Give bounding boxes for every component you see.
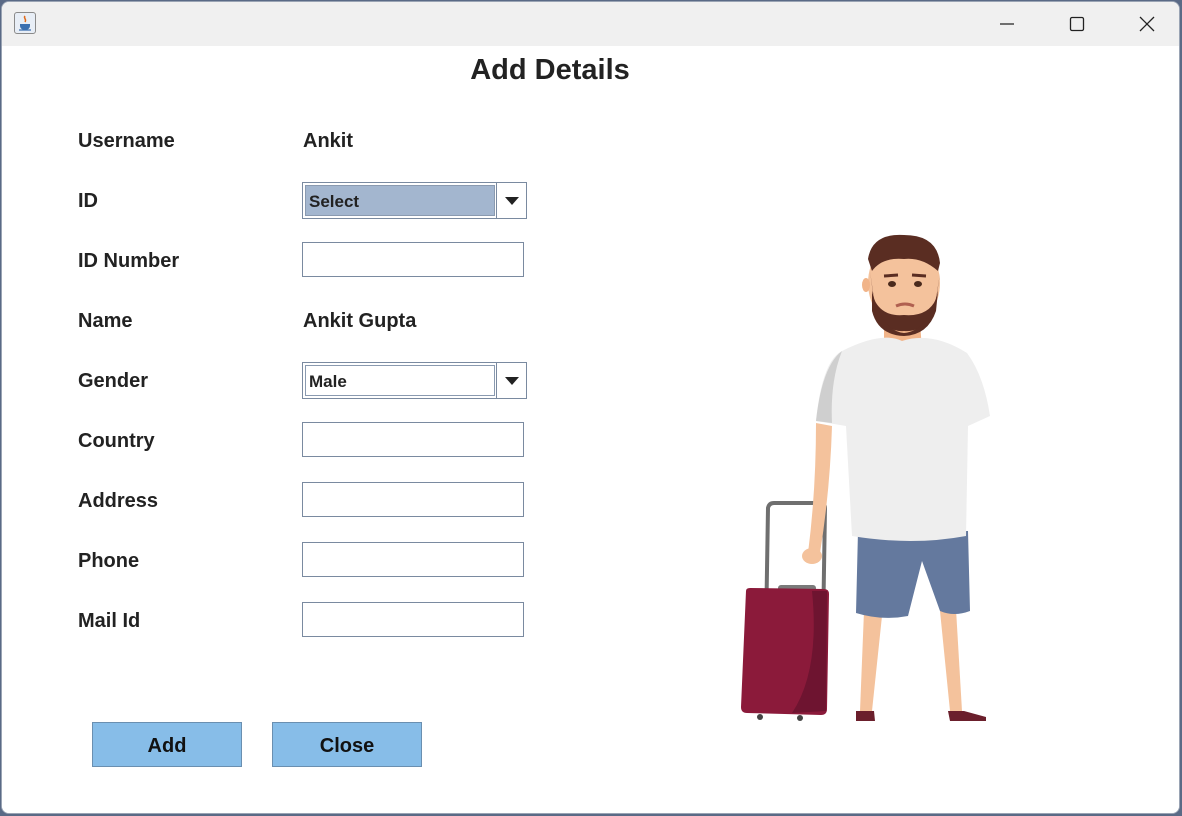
maximize-icon <box>1069 16 1085 32</box>
dropdown-arrow[interactable] <box>496 183 526 218</box>
form-panel: Add Details Username Ankit ID Select ID … <box>2 46 1179 813</box>
chevron-down-icon <box>504 376 519 385</box>
add-details-window: Add Details Username Ankit ID Select ID … <box>1 1 1180 814</box>
phone-label: Phone <box>78 550 140 572</box>
id-label: ID <box>78 190 98 212</box>
username-value: Ankit <box>303 130 353 152</box>
close-window-button[interactable] <box>1112 2 1179 46</box>
name-label: Name <box>78 310 133 332</box>
add-button[interactable]: Add <box>92 722 242 767</box>
maximize-button[interactable] <box>1042 2 1112 46</box>
gender-dropdown[interactable]: Male <box>302 362 527 399</box>
country-label: Country <box>78 430 155 452</box>
page-title: Add Details <box>470 54 630 86</box>
username-label: Username <box>78 130 175 152</box>
minimize-button[interactable] <box>972 2 1042 46</box>
traveler-illustration <box>741 234 990 721</box>
dropdown-arrow[interactable] <box>496 363 526 398</box>
id-type-dropdown[interactable]: Select <box>302 182 527 219</box>
gender-label: Gender <box>78 370 149 392</box>
minimize-icon <box>1000 23 1014 25</box>
address-label: Address <box>78 490 159 512</box>
mail-field[interactable] <box>302 602 524 637</box>
phone-field[interactable] <box>302 542 524 577</box>
mail-label: Mail Id <box>78 610 141 632</box>
chevron-down-icon <box>504 196 519 205</box>
id-number-field[interactable] <box>302 242 524 277</box>
close-button[interactable]: Close <box>272 722 422 767</box>
id-type-selected: Select <box>305 185 495 216</box>
country-field[interactable] <box>302 422 524 457</box>
java-icon <box>14 12 36 34</box>
gender-selected: Male <box>305 365 495 396</box>
address-field[interactable] <box>302 482 524 517</box>
id-number-label: ID Number <box>78 250 180 272</box>
title-bar <box>2 2 1179 46</box>
name-value: Ankit Gupta <box>303 310 417 332</box>
close-icon <box>1139 16 1155 32</box>
